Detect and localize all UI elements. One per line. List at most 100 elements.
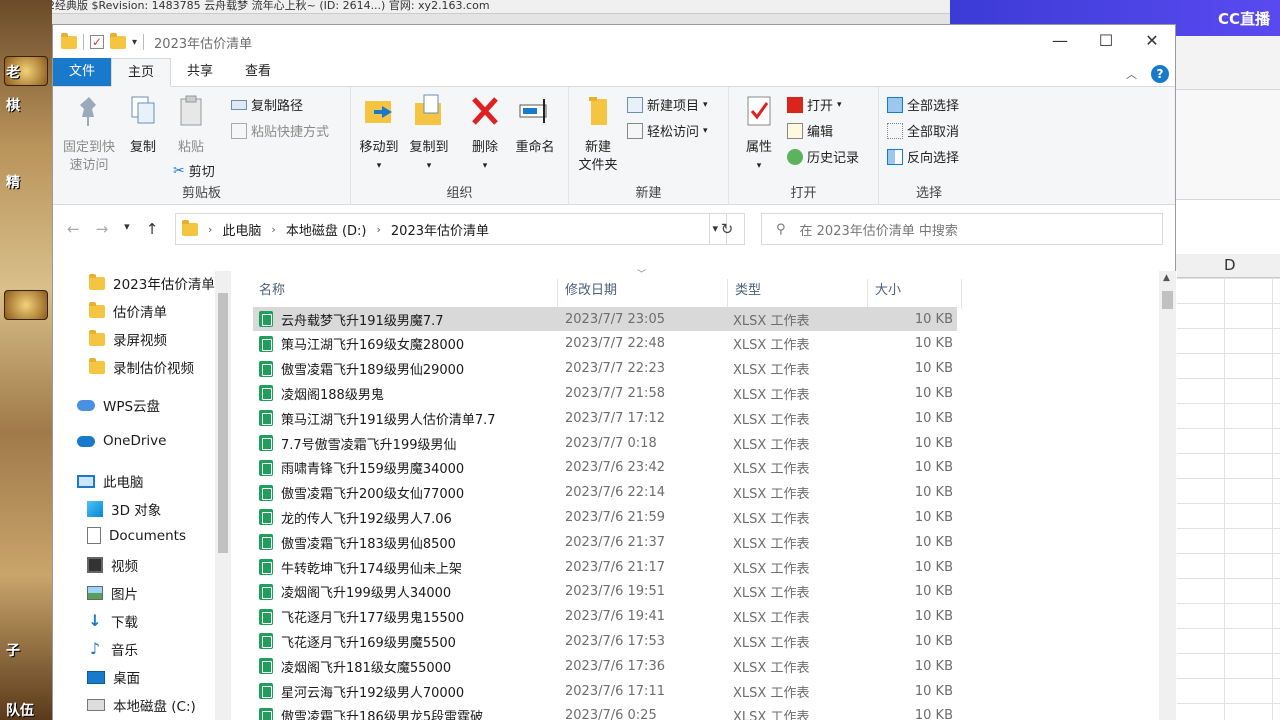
chevron-right-icon[interactable]: › bbox=[208, 223, 212, 236]
new-item-icon bbox=[627, 96, 643, 113]
column-header-size[interactable]: 大小 bbox=[875, 279, 901, 298]
nav-item-downloads[interactable]: ↓ 下载 bbox=[87, 611, 138, 632]
delete-button[interactable]: 删除 ▾ bbox=[465, 93, 505, 175]
help-icon[interactable]: ? bbox=[1151, 65, 1169, 83]
file-date: 2023/7/6 17:36 bbox=[565, 658, 665, 674]
nav-item-disk-c[interactable]: 本地磁盘 (C:) bbox=[87, 695, 196, 715]
folder-icon bbox=[182, 219, 198, 236]
invert-selection-icon bbox=[887, 148, 903, 165]
nav-item-3d-objects[interactable]: 3D 对象 bbox=[87, 499, 161, 519]
file-row[interactable]: 傲雪凌霜飞升200级女仙77000 2023/7/6 22:14 XLSX 工作表 1… bbox=[253, 481, 957, 505]
file-row[interactable]: 凌烟阁188级男鬼 2023/7/7 21:58 XLSX 工作表 10 KB bbox=[253, 381, 957, 405]
list-scrollbar-thumb[interactable] bbox=[1162, 291, 1173, 309]
file-row[interactable]: 凌烟阁飞升199级男人34000 2023/7/6 19:51 XLSX 工作表 10… bbox=[253, 580, 957, 604]
minimize-button[interactable]: — bbox=[1037, 25, 1083, 55]
select-all-button[interactable]: 全部选择 bbox=[887, 95, 959, 114]
select-none-button[interactable]: 全部取消 bbox=[887, 121, 959, 140]
tab-file[interactable]: 文件 bbox=[53, 58, 111, 86]
paste-shortcut-button[interactable]: 粘贴快捷方式 bbox=[231, 121, 329, 140]
breadcrumb-current-folder[interactable]: 2023年估价清单 bbox=[391, 220, 489, 239]
file-row[interactable]: 傲雪凌霜飞升186级男龙5段雷霆破 2023/7/6 0:25 XLSX 工作表 10… bbox=[253, 704, 957, 720]
copy-path-button[interactable]: 复制路径 bbox=[231, 95, 303, 114]
list-scrollbar[interactable]: ▲ bbox=[1159, 271, 1176, 720]
window-title: 2023年估价清单 bbox=[154, 36, 253, 52]
rename-button[interactable]: 重命名 bbox=[511, 93, 559, 157]
nav-item-folder-recordings[interactable]: 录屏视频 bbox=[89, 329, 167, 349]
chevron-right-icon[interactable]: › bbox=[377, 223, 381, 236]
open-button[interactable]: 打开 ▾ bbox=[787, 95, 842, 114]
nav-item-pictures[interactable]: 图片 bbox=[87, 583, 138, 603]
breadcrumb-this-pc[interactable]: 此电脑 bbox=[222, 220, 261, 239]
chevron-right-icon[interactable]: › bbox=[271, 223, 275, 236]
column-divider[interactable] bbox=[961, 279, 962, 309]
nav-item-wps-cloud[interactable]: WPS云盘 bbox=[77, 395, 160, 415]
column-divider[interactable] bbox=[557, 279, 558, 309]
nav-item-music[interactable]: ♪ 音乐 bbox=[87, 639, 138, 660]
properties-qat-icon[interactable]: ✓ bbox=[90, 35, 104, 49]
tab-home[interactable]: 主页 bbox=[111, 58, 172, 87]
pin-quick-access-button[interactable]: 固定到快 速访问 bbox=[59, 93, 119, 175]
copy-to-button[interactable]: 复制到 ▾ bbox=[407, 93, 451, 175]
file-row[interactable]: 星河云海飞升192级男人70000 2023/7/6 17:11 XLSX 工作表 1… bbox=[253, 679, 957, 703]
nav-item-this-pc[interactable]: 此电脑 bbox=[77, 471, 144, 491]
cut-button[interactable]: ✂ 剪切 bbox=[173, 161, 215, 181]
file-row[interactable]: 傲雪凌霜飞升189级男仙29000 2023/7/7 22:23 XLSX 工作表 1… bbox=[253, 357, 957, 381]
nav-scrollbar[interactable] bbox=[215, 271, 231, 720]
nav-item-folder-2023[interactable]: 2023年估价清单⌃ bbox=[89, 273, 231, 293]
file-row[interactable]: 雨啸青锋飞升159级男魔34000 2023/7/6 23:42 XLSX 工作表 1… bbox=[253, 456, 957, 480]
file-row[interactable]: 飞花逐月飞升177级男鬼15500 2023/7/6 19:41 XLSX 工作表 1… bbox=[253, 605, 957, 629]
column-header-type[interactable]: 类型 bbox=[735, 279, 761, 298]
back-arrow-icon[interactable]: ← bbox=[67, 220, 80, 238]
nav-item-onedrive[interactable]: OneDrive bbox=[77, 433, 166, 449]
edit-button[interactable]: 编辑 bbox=[787, 121, 833, 140]
new-folder-icon bbox=[589, 97, 607, 125]
move-to-button[interactable]: 移动到 ▾ bbox=[357, 93, 401, 175]
tab-share[interactable]: 共享 bbox=[171, 58, 229, 86]
new-item-button[interactable]: 新建项目 ▾ bbox=[627, 95, 708, 114]
invert-selection-button[interactable]: 反向选择 bbox=[887, 147, 959, 166]
column-header-name[interactable]: 名称 bbox=[259, 279, 285, 298]
nav-scrollbar-thumb[interactable] bbox=[218, 293, 228, 553]
properties-button[interactable]: 属性 ▾ bbox=[737, 93, 781, 175]
group-open: 属性 ▾ 打开 ▾ 编辑 历史记录 打开 bbox=[729, 87, 879, 205]
breadcrumb-disk-d[interactable]: 本地磁盘 (D:) bbox=[286, 220, 367, 239]
new-folder-button[interactable]: 新建 文件夹 bbox=[573, 93, 623, 175]
history-button[interactable]: 历史记录 bbox=[787, 147, 859, 166]
navigation-pane: 2023年估价清单⌃ 估价清单 录屏视频 录制估价视频 WPS云盘 OneDri… bbox=[53, 271, 231, 720]
file-date: 2023/7/6 19:51 bbox=[565, 584, 665, 600]
collapse-ribbon-icon[interactable]: ︿ bbox=[1126, 66, 1137, 82]
forward-arrow-icon[interactable]: → bbox=[96, 220, 109, 238]
file-row[interactable]: 凌烟阁飞升181级女魔55000 2023/7/6 17:36 XLSX 工作表 10… bbox=[253, 654, 957, 678]
file-row[interactable]: 策马江湖飞升169级女魔28000 2023/7/7 22:48 XLSX 工作表 1… bbox=[253, 332, 957, 356]
scroll-up-icon[interactable]: ▲ bbox=[1163, 273, 1170, 283]
address-bar[interactable]: › 此电脑 › 本地磁盘 (D:) › 2023年估价清单 ▾ bbox=[175, 213, 727, 245]
file-row[interactable]: 龙的传人飞升192级男人7.06 2023/7/6 21:59 XLSX 工作表 10… bbox=[253, 505, 957, 529]
refresh-button[interactable]: ↻ bbox=[709, 213, 745, 245]
qat-dropdown-icon[interactable]: ▾ bbox=[132, 37, 137, 48]
close-button[interactable]: ✕ bbox=[1129, 25, 1175, 55]
file-row[interactable]: 傲雪凌霜飞升183级男仙8500 2023/7/6 21:37 XLSX 工作表 10… bbox=[253, 530, 957, 554]
copy-button[interactable]: 复制 bbox=[123, 93, 163, 157]
file-row[interactable]: 牛转乾坤飞升174级男仙未上架 2023/7/6 21:17 XLSX 工作表 10 … bbox=[253, 555, 957, 579]
easy-access-button[interactable]: 轻松访问 ▾ bbox=[627, 121, 708, 140]
search-input[interactable]: ⚲ 在 2023年估价清单 中搜索 bbox=[761, 213, 1163, 245]
new-folder-qat-icon[interactable] bbox=[110, 32, 126, 49]
nav-item-documents[interactable]: Documents bbox=[87, 527, 186, 544]
nav-item-videos[interactable]: 视频 bbox=[87, 555, 138, 575]
recent-dropdown-icon[interactable]: ▾ bbox=[124, 220, 130, 238]
column-header-date[interactable]: 修改日期 bbox=[565, 279, 617, 298]
nav-item-folder-estimate-videos[interactable]: 录制估价视频 bbox=[89, 357, 194, 377]
up-arrow-icon[interactable]: ↑ bbox=[146, 220, 159, 238]
file-row[interactable]: 策马江湖飞升191级男人估价清单7.7 2023/7/7 17:12 XLSX 工作… bbox=[253, 406, 957, 430]
nav-item-folder-estimates[interactable]: 估价清单 bbox=[89, 301, 167, 321]
paste-button[interactable]: 粘贴 bbox=[171, 93, 211, 157]
nav-item-desktop[interactable]: 桌面 bbox=[87, 667, 140, 687]
file-row[interactable]: 7.7号傲雪凌霜飞升199级男仙 2023/7/7 0:18 XLSX 工作表 10 … bbox=[253, 431, 957, 455]
column-divider[interactable] bbox=[867, 279, 868, 309]
tab-view[interactable]: 查看 bbox=[229, 58, 287, 86]
maximize-button[interactable]: ☐ bbox=[1083, 25, 1129, 55]
file-row[interactable]: 云舟载梦飞升191级男魔7.7 2023/7/7 23:05 XLSX 工作表 10 … bbox=[253, 307, 957, 331]
address-row: ← → ▾ ↑ › 此电脑 › 本地磁盘 (D:) › 2023年估价清单 ▾ … bbox=[53, 205, 1175, 253]
column-divider[interactable] bbox=[727, 279, 728, 309]
file-row[interactable]: 飞花逐月飞升169级男魔5500 2023/7/6 17:53 XLSX 工作表 10… bbox=[253, 629, 957, 653]
